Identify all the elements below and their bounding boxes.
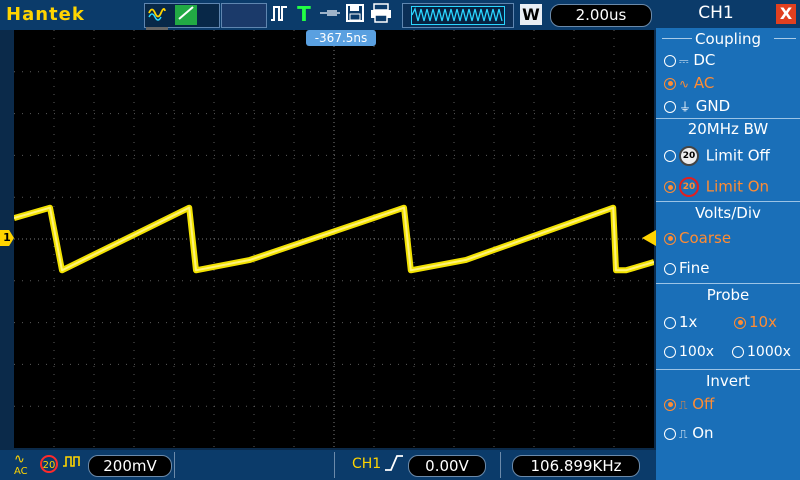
invert-on-option[interactable]: ⎍ On	[664, 424, 714, 442]
coupling-ac-option[interactable]: ∿ AC	[664, 74, 714, 92]
run-stop-indicator[interactable]	[221, 3, 267, 28]
volts-coarse-option[interactable]: Coarse	[664, 229, 731, 247]
coupling-title: Coupling	[694, 30, 762, 48]
print-icon[interactable]	[368, 3, 394, 25]
frequency-readout: 106.899KHz	[512, 455, 640, 477]
save-icon[interactable]	[344, 3, 366, 25]
section-divider	[656, 369, 800, 370]
sine-wave-icon[interactable]	[146, 5, 168, 25]
status-separator	[334, 452, 335, 478]
coupling-label: AC	[14, 466, 28, 477]
trigger-level-readout[interactable]: 0.00V	[408, 455, 486, 477]
timebase-mode-badge[interactable]: W	[520, 4, 542, 25]
probe-1000x-option[interactable]: 1000x	[732, 344, 791, 360]
section-divider	[656, 283, 800, 284]
option-label: 10x	[749, 313, 777, 331]
radio-icon	[664, 232, 676, 245]
ground-icon: ⏚	[679, 100, 692, 114]
radio-icon	[664, 398, 676, 411]
waveform-plot	[14, 204, 654, 274]
ramp-wave-icon[interactable]	[175, 5, 198, 25]
option-label: 1x	[679, 313, 698, 331]
radio-icon	[664, 54, 676, 67]
radio-icon	[664, 262, 676, 275]
panel-title: CH1	[698, 3, 734, 23]
memory-depth-bar[interactable]	[402, 3, 514, 28]
bw-title: 20MHz BW	[687, 120, 769, 138]
option-label: On	[692, 424, 714, 442]
ac-coupling-icon: ∿ AC	[14, 452, 28, 477]
radio-icon	[664, 181, 676, 193]
ch1-trace-core	[14, 206, 654, 272]
bw-limit-off-option[interactable]: 20 Limit Off	[664, 146, 770, 166]
option-label: AC	[693, 74, 715, 92]
status-separator	[500, 452, 501, 478]
channel-menu-panel: CH1 X Coupling ⎓ DC ∿ AC ⏚ GND 20MHz BW …	[656, 0, 800, 480]
trigger-position-label[interactable]: -367.5ns	[306, 30, 376, 46]
brand-logo: Hantek	[6, 4, 85, 25]
waveform-display[interactable]	[14, 30, 654, 448]
pulse-trigger-icon[interactable]	[268, 3, 290, 25]
section-divider	[656, 118, 800, 119]
bw-20-icon: 20	[679, 177, 699, 197]
bw-limit-icon: 20	[40, 455, 58, 473]
invert-on-icon: ⎍	[679, 427, 688, 441]
option-label: 1000x	[747, 344, 791, 360]
option-label: Coarse	[679, 229, 732, 247]
radio-icon	[732, 346, 744, 358]
coupling-gnd-option[interactable]: ⏚ GND	[664, 97, 730, 115]
radio-icon	[664, 150, 676, 162]
probe-title: Probe	[706, 286, 750, 304]
radio-icon	[664, 316, 676, 329]
probe-10x-option[interactable]: 10x	[734, 313, 777, 331]
close-button[interactable]: X	[776, 4, 796, 24]
option-label: Off	[692, 395, 715, 413]
radio-icon	[664, 77, 676, 90]
option-label: Fine	[679, 259, 710, 277]
trigger-t-icon[interactable]: T	[294, 3, 314, 25]
section-divider	[656, 201, 800, 202]
option-label: 100x	[679, 344, 715, 360]
bw-20-icon: 20	[679, 146, 699, 166]
ch1-ground-marker[interactable]: 1	[0, 230, 14, 246]
timebase-readout[interactable]: 2.00us	[550, 4, 652, 27]
radio-icon	[664, 427, 676, 440]
option-label: GND	[695, 97, 731, 115]
memory-waveform-preview	[411, 6, 505, 25]
status-separator	[174, 452, 175, 478]
radio-icon	[734, 316, 746, 329]
trigger-source[interactable]: CH1	[352, 456, 381, 472]
probe-1x-option[interactable]: 1x	[664, 313, 697, 331]
invert-off-icon: ⎍	[679, 398, 688, 412]
ac-icon: ∿	[679, 77, 690, 91]
volts-div-readout[interactable]: 200mV	[88, 455, 172, 477]
bw-limit-on-option[interactable]: 20 Limit On	[664, 177, 769, 197]
rising-edge-icon[interactable]	[384, 454, 404, 476]
radio-icon	[664, 100, 676, 113]
invert-off-icon	[62, 454, 82, 474]
volts-div-title: Volts/Div	[695, 204, 761, 222]
ch1-trace	[14, 204, 654, 274]
probe-100x-option[interactable]: 100x	[664, 344, 714, 360]
radio-icon	[664, 346, 676, 358]
volts-fine-option[interactable]: Fine	[664, 259, 709, 277]
option-label: DC	[693, 51, 716, 69]
dc-icon: ⎓	[679, 54, 689, 68]
option-label: Limit On	[705, 177, 770, 196]
coupling-dc-option[interactable]: ⎓ DC	[664, 51, 715, 69]
display-mode-group[interactable]	[144, 3, 220, 47]
option-label: Limit Off	[705, 146, 770, 165]
invert-off-option[interactable]: ⎍ Off	[664, 395, 714, 413]
invert-title: Invert	[705, 372, 751, 390]
probe-icon[interactable]	[318, 3, 342, 25]
